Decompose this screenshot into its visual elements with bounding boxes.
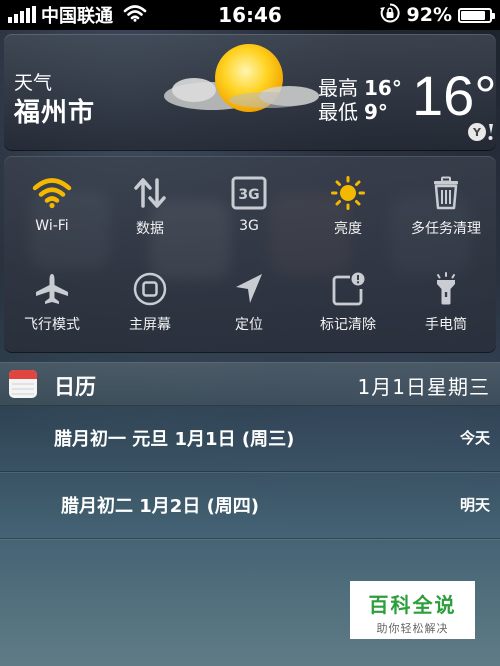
toggle-airplane[interactable]: 飞行模式 (2, 272, 102, 352)
battery-percent: 92% (406, 4, 452, 26)
calendar-event-row[interactable]: 腊月初一 元旦 1月1日 (周三) 今天 (0, 405, 500, 472)
baidu-baike-watermark: 百科全说 助你轻松解决 (350, 581, 475, 639)
toggle-brightness[interactable]: 亮度 (298, 176, 398, 256)
calendar-event-when: 明天 (459, 496, 490, 514)
badge-clear-icon (332, 272, 365, 306)
toggle-label: 亮度 (334, 221, 362, 237)
toggle-label: 3G (239, 218, 259, 234)
toggle-wifi[interactable]: Wi-Fi (2, 176, 102, 256)
weather-low-value: 9° (364, 100, 388, 124)
weather-label: 天气 (14, 72, 53, 94)
wifi-icon (123, 4, 147, 27)
wifi-icon (32, 178, 72, 209)
yahoo-icon: Y (468, 123, 493, 141)
battery-icon (458, 7, 495, 23)
weather-widget[interactable]: 天气 福州市 最高 16° 最低 9° 16° Y (4, 34, 497, 150)
signal-icon (8, 6, 36, 23)
toggle-flashlight[interactable]: 手电筒 (396, 272, 496, 352)
sun-cloud-icon (164, 44, 319, 112)
svg-text:3G: 3G (238, 187, 259, 203)
quick-toggles-panel: Wi-Fi 数据 3G 3G 亮度 多任务清理 飞行模式 主屏幕 定位 标记清除… (4, 156, 496, 352)
location-arrow-icon (236, 274, 262, 303)
calendar-title: 日历 (54, 375, 96, 399)
trash-icon (434, 176, 458, 210)
current-temperature: 16° (412, 64, 497, 127)
calendar-icon (9, 370, 37, 398)
calendar-event-row[interactable]: 腊月初二 1月2日 (周四) 明天 (0, 472, 500, 539)
toggle-label: 数据 (136, 221, 164, 237)
toggle-3g[interactable]: 3G 3G (199, 176, 299, 256)
rotation-lock-icon (379, 2, 401, 29)
toggle-location[interactable]: 定位 (199, 272, 299, 352)
weather-city: 福州市 (14, 98, 96, 128)
calendar-header[interactable]: 日历 1月1日星期三 (0, 362, 500, 406)
flashlight-icon (437, 272, 455, 305)
toggle-badge-clear[interactable]: 标记清除 (298, 272, 398, 352)
home-button-icon (133, 272, 167, 306)
toggle-home[interactable]: 主屏幕 (100, 272, 200, 352)
toggle-label: 飞行模式 (24, 317, 80, 333)
toggle-label: 标记清除 (320, 317, 376, 333)
data-arrows-icon (134, 178, 166, 208)
calendar-event-when: 今天 (459, 429, 490, 447)
weather-low-label: 最低 (318, 100, 358, 124)
toggle-label: 定位 (235, 317, 263, 333)
toggle-task-clean[interactable]: 多任务清理 (396, 176, 496, 256)
calendar-event-text: 腊月初一 元旦 1月1日 (周三) (54, 429, 295, 450)
3g-icon: 3G (231, 176, 267, 210)
status-bar: 中国联通 16:46 92% (0, 0, 500, 30)
toggle-label: 手电筒 (425, 317, 467, 333)
weather-low: 最低 9° (318, 96, 388, 125)
toggle-label: Wi-Fi (35, 218, 69, 234)
toggle-label: 多任务清理 (411, 221, 481, 237)
toggle-label: 主屏幕 (129, 317, 171, 333)
calendar-date: 1月1日星期三 (357, 375, 490, 399)
carrier-name: 中国联通 (41, 6, 113, 27)
brightness-icon (331, 176, 365, 210)
watermark-subtitle: 助你轻松解决 (376, 622, 449, 635)
airplane-icon (36, 274, 68, 304)
calendar-event-text: 腊月初二 1月2日 (周四) (61, 496, 260, 517)
watermark-title: 百科全说 (368, 593, 457, 617)
svg-text:Y: Y (472, 126, 482, 139)
toggle-data[interactable]: 数据 (100, 176, 200, 256)
